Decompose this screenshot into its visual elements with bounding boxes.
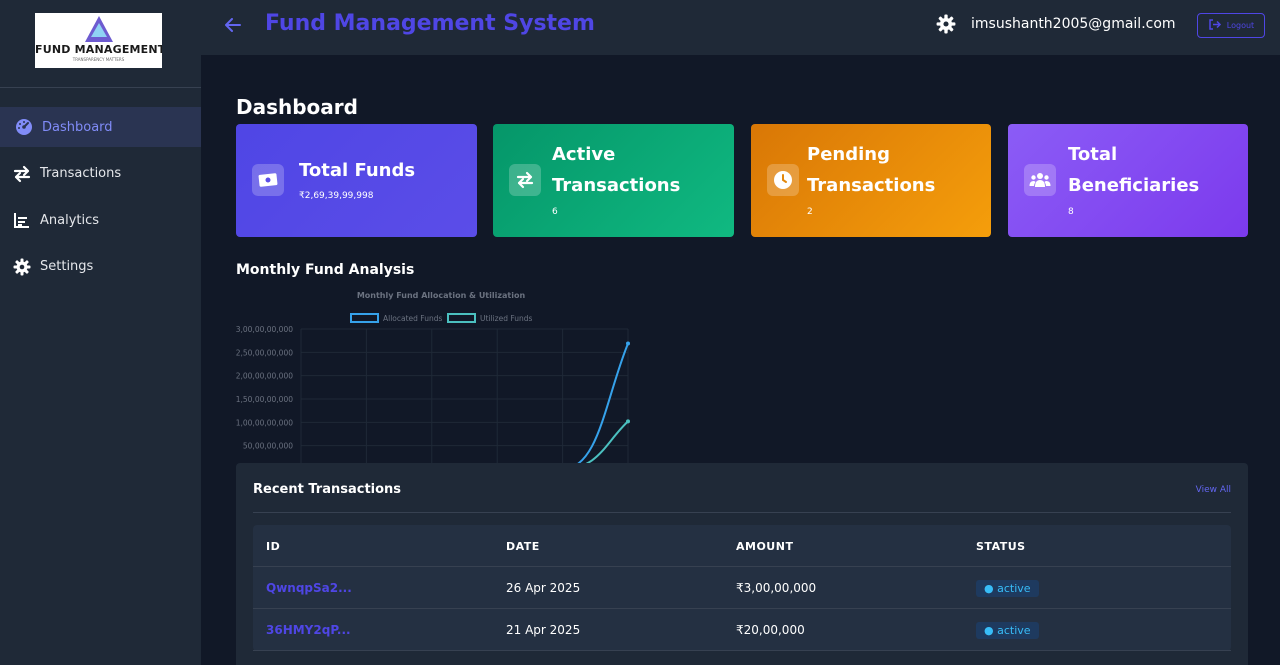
table-row[interactable]: QwnqpSa2... 26 Apr 2025 ₹3,00,00,000 ● a… <box>253 567 1231 609</box>
column-header: DATE <box>506 539 540 553</box>
data-point <box>626 419 630 424</box>
sidebar-item-label: Dashboard <box>42 119 113 135</box>
legend-label: Allocated Funds <box>383 314 442 323</box>
y-tick-label: 2,50,00,00,000 <box>236 348 293 357</box>
logout-button[interactable]: Logout <box>1197 13 1265 38</box>
card-pending-transactions: Pending Transactions 2 <box>751 124 991 237</box>
transaction-date: 21 Apr 2025 <box>506 623 581 637</box>
chart-svg: Monthly Fund Allocation & Utilization All… <box>236 291 646 485</box>
gear-icon <box>12 257 31 276</box>
settings-gear-icon[interactable] <box>936 14 956 34</box>
sidebar-item-settings[interactable]: Settings <box>0 247 201 287</box>
transaction-id[interactable]: QwnqpSa2... <box>266 567 352 609</box>
card-active-transactions: Active Transactions 6 <box>493 124 734 237</box>
column-header: ID <box>266 539 281 553</box>
exchange-icon <box>509 164 541 196</box>
logout-icon <box>1208 19 1222 32</box>
logo-tagline: TRANSPARENCY MATTERS <box>72 57 125 62</box>
column-header: AMOUNT <box>736 539 794 553</box>
sidebar-item-label: Settings <box>40 259 94 274</box>
gauge-icon <box>14 118 33 137</box>
transactions-table: ID DATE AMOUNT STATUS QwnqpSa2... 26 Apr… <box>253 525 1231 651</box>
exchange-icon <box>12 164 31 183</box>
transaction-amount: ₹20,00,000 <box>736 623 805 637</box>
legend-swatch <box>350 313 379 323</box>
card-title: Total Beneficiaries <box>1068 144 1200 196</box>
section-title: Monthly Fund Analysis <box>236 262 415 278</box>
transactions-title: Recent Transactions <box>253 482 402 497</box>
card-value: 2 <box>807 207 813 217</box>
transaction-id[interactable]: 36HMY2qP... <box>266 609 351 651</box>
table-header-row: ID DATE AMOUNT STATUS <box>253 525 1231 567</box>
card-title: Total Funds <box>299 160 416 181</box>
card-title: Pending Transactions <box>807 144 936 196</box>
card-title: Active Transactions <box>552 144 681 196</box>
logo: FUND MANAGEMENT TRANSPARENCY MATTERS <box>35 13 162 68</box>
sidebar-item-dashboard[interactable]: Dashboard <box>0 107 201 147</box>
logout-label: Logout <box>1226 21 1255 30</box>
chart-icon <box>12 211 31 230</box>
table-row[interactable]: 36HMY2qP... 21 Apr 2025 ₹20,00,000 ● act… <box>253 609 1231 651</box>
sidebar-divider <box>0 87 201 88</box>
clock-icon <box>767 164 799 196</box>
sidebar: FUND MANAGEMENT TRANSPARENCY MATTERS Das… <box>0 0 201 665</box>
y-tick-label: 1,00,00,00,000 <box>236 418 293 427</box>
logo-triangle-inner-icon <box>90 23 107 37</box>
data-point <box>626 341 630 346</box>
status-badge: ● active <box>976 579 1039 597</box>
transaction-date: 26 Apr 2025 <box>506 581 581 595</box>
card-value: 6 <box>552 207 558 217</box>
back-arrow-icon[interactable] <box>223 14 243 36</box>
y-tick-label: 1,50,00,00,000 <box>236 395 293 404</box>
column-header: STATUS <box>976 539 1026 553</box>
divider <box>253 512 1231 513</box>
transaction-amount: ₹3,00,00,000 <box>736 581 817 595</box>
y-tick-label: 3,00,00,00,000 <box>236 325 293 334</box>
sidebar-item-label: Analytics <box>40 212 100 228</box>
sidebar-item-analytics[interactable]: Analytics <box>0 200 201 240</box>
user-email: imsushanth2005@gmail.com <box>971 16 1176 32</box>
legend-swatch <box>447 313 476 323</box>
sidebar-nav: Dashboard Transactions Analytics Setting… <box>0 107 201 293</box>
card-total-beneficiaries: Total Beneficiaries 8 <box>1008 124 1248 237</box>
status-cell: ● active <box>976 609 1039 651</box>
view-all-link[interactable]: View All <box>1196 485 1231 495</box>
users-icon <box>1024 164 1056 196</box>
app-title: Fund Management System <box>265 11 595 36</box>
y-tick-label: 50,00,00,000 <box>243 442 293 451</box>
y-tick-label: 2,00,00,00,000 <box>236 372 293 381</box>
recent-transactions-panel: Recent Transactions View All ID DATE AMO… <box>236 463 1248 665</box>
legend-label: Utilized Funds <box>480 314 533 323</box>
series-line <box>301 343 629 470</box>
card-value: 8 <box>1068 207 1074 217</box>
chart-title: Monthly Fund Allocation & Utilization <box>357 291 526 300</box>
card-total-funds: Total Funds ₹2,69,39,99,998 <box>236 124 477 237</box>
status-cell: ● active <box>976 567 1039 609</box>
top-header: Fund Management System imsushanth2005@gm… <box>201 0 1280 56</box>
status-badge: ● active <box>976 621 1039 639</box>
money-icon <box>252 164 284 196</box>
page-title: Dashboard <box>236 95 358 119</box>
fund-chart: Monthly Fund Allocation & Utilization All… <box>236 285 656 490</box>
logo-title: FUND MANAGEMENT <box>35 43 162 56</box>
sidebar-item-transactions[interactable]: Transactions <box>0 154 201 194</box>
card-value: ₹2,69,39,99,998 <box>299 191 374 201</box>
sidebar-item-label: Transactions <box>40 166 122 181</box>
